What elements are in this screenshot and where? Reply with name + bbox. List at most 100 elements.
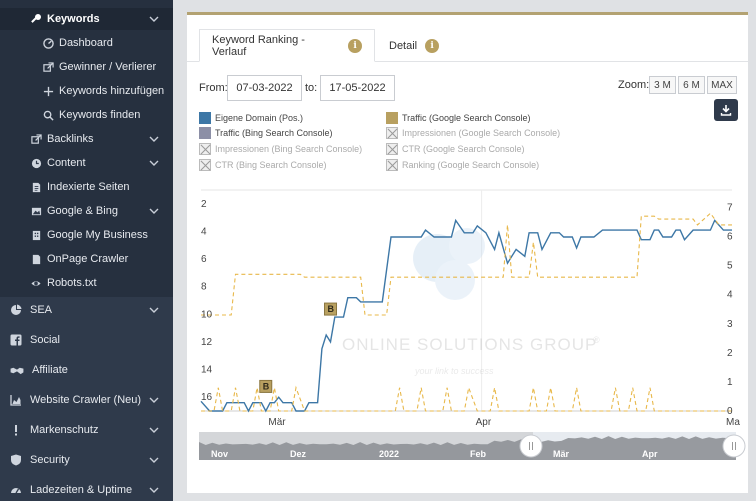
sidebar-item-label: Ladezeiten & Uptime [30,484,133,496]
zoom-3m-button[interactable]: 3 M [649,76,676,94]
clock-icon [30,157,42,169]
sidebar: Keywords Dashboard Gewinner / Verlierer … [0,0,173,501]
download-button[interactable] [714,99,738,121]
sidebar-item-label: Affiliate [32,364,68,376]
navigator-label: 2022 [379,449,399,459]
sidebar-item-sea[interactable]: SEA [0,301,173,319]
chevron-down-icon[interactable] [149,206,159,216]
tab-keyword-ranking-verlauf[interactable]: Keyword Ranking - Verlauf i [199,29,375,62]
x-tick-label: Mär [268,417,286,428]
legend-label: CTR (Google Search Console) [402,144,525,154]
gauge-icon [42,37,54,49]
info-icon[interactable]: i [348,38,362,53]
y-left-tick-label: 4 [201,226,207,237]
area-chart-icon [10,394,22,406]
sidebar-item-label: SEA [30,304,53,316]
sidebar-subitem-find-keywords[interactable]: Keywords finden [0,106,173,124]
info-icon[interactable]: i [425,38,440,53]
plus-icon [42,85,54,97]
sidebar-item-indexierte-seiten[interactable]: Indexierte Seiten [0,178,173,196]
y-left-tick-label: 10 [201,309,213,320]
chevron-down-icon[interactable] [149,395,159,405]
sidebar-subitem-add-keywords[interactable]: Keywords hinzufügen [0,82,173,100]
sidebar-item-markenschutz[interactable]: Markenschutz [0,421,173,439]
to-date-input[interactable] [320,75,395,101]
from-date-input[interactable] [227,75,302,101]
sidebar-item-website-crawler[interactable]: Website Crawler (Neu) [0,391,173,409]
y-left-tick-label: 8 [201,282,207,293]
sidebar-item-keywords[interactable]: Keywords [0,8,173,30]
sidebar-subitem-gewinner[interactable]: Gewinner / Verlierer [0,58,173,76]
navigator-handle-right [722,434,746,458]
chevron-down-icon[interactable] [149,14,159,24]
chevron-down-icon[interactable] [149,425,159,435]
shield-icon [10,454,22,466]
sidebar-item-ladezeiten[interactable]: Ladezeiten & Uptime [0,481,173,499]
sidebar-item-label: Website Crawler (Neu) [30,394,142,406]
sidebar-item-onpage-crawler[interactable]: OnPage Crawler [0,250,173,268]
y-right-tick-label: 1 [727,377,733,388]
disabled-x-icon [386,143,398,155]
chevron-down-icon[interactable] [149,485,159,495]
chevron-down-icon[interactable] [149,305,159,315]
legend-label: Traffic (Bing Search Console) [215,128,333,138]
tab-detail[interactable]: Detail i [377,29,451,62]
sidebar-item-label: Google My Business [47,229,148,241]
sidebar-item-affiliate[interactable]: Affiliate [0,361,173,379]
y-left-tick-label: 2 [201,199,207,210]
chevron-down-icon[interactable] [149,158,159,168]
sidebar-item-robots[interactable]: Robots.txt [0,274,173,292]
document-icon [30,181,42,193]
sidebar-item-label: Social [30,334,60,346]
zoom-6m-button[interactable]: 6 M [678,76,705,94]
sidebar-subitem-label: Keywords hinzufügen [59,85,165,97]
sidebar-item-google-bing[interactable]: Google & Bing [0,202,173,220]
x-tick-label: Apr [476,417,492,428]
legend-label: Ranking (Google Search Console) [402,160,540,170]
sidebar-subitem-dashboard[interactable]: Dashboard [0,34,173,52]
legend-item-impressionen-google[interactable]: Impressionen (Google Search Console) [386,127,560,139]
chevron-down-icon[interactable] [149,134,159,144]
y-right-tick-label: 6 [727,232,733,243]
sidebar-item-label: OnPage Crawler [47,253,129,265]
disabled-x-icon [386,127,398,139]
tab-bar: Keyword Ranking - Verlauf i Detail i [187,29,748,62]
legend-item-impressionen-bing[interactable]: Impressionen (Bing Search Console) [199,143,362,155]
y-right-tick-label: 5 [727,261,733,272]
speedometer-icon [10,484,22,496]
watermark-reg: ® [593,335,600,345]
legend-item-traffic-bing[interactable]: Traffic (Bing Search Console) [199,127,333,139]
y-right-tick-label: 0 [727,406,733,417]
sidebar-item-content[interactable]: Content [0,154,173,172]
y-right-tick-label: 7 [727,202,733,213]
y-right-tick-label: 2 [727,348,733,359]
download-icon [720,105,732,116]
navigator-label: Feb [470,449,487,459]
legend-item-ctr-bing[interactable]: CTR (Bing Search Console) [199,159,327,171]
ranking-chart[interactable]: ONLINE SOLUTIONS GROUP ® your link to su… [187,178,748,496]
chevron-down-icon[interactable] [149,455,159,465]
navigator-label: Nov [211,449,228,459]
sidebar-item-security[interactable]: Security [0,451,173,469]
legend-label: Eigene Domain (Pos.) [215,113,304,123]
sidebar-item-social[interactable]: Social [0,331,173,349]
external-link-icon [42,61,54,73]
building-icon [30,229,42,241]
chart-panel: Keyword Ranking - Verlauf i Detail i Fro… [187,12,748,493]
legend-swatch [386,112,398,124]
legend-item-ranking-google[interactable]: Ranking (Google Search Console) [386,159,539,171]
legend-item-traffic-google[interactable]: Traffic (Google Search Console) [386,112,531,124]
y-left-tick-label: 6 [201,254,207,265]
sidebar-item-google-my-business[interactable]: Google My Business [0,226,173,244]
sidebar-item-backlinks[interactable]: Backlinks [0,130,173,148]
zoom-max-button[interactable]: MAX [707,76,737,94]
legend-item-ctr-google[interactable]: CTR (Google Search Console) [386,143,525,155]
legend-swatch [199,127,211,139]
legend-item-eigene-domain[interactable]: Eigene Domain (Pos.) [199,112,303,124]
legend-label: Impressionen (Google Search Console) [402,128,561,138]
disabled-x-icon [199,143,211,155]
sidebar-item-label: Robots.txt [47,277,97,289]
chart-annotations: BB [259,302,338,393]
legend-label: Traffic (Google Search Console) [402,113,531,123]
zoom-label: Zoom: [618,79,650,91]
